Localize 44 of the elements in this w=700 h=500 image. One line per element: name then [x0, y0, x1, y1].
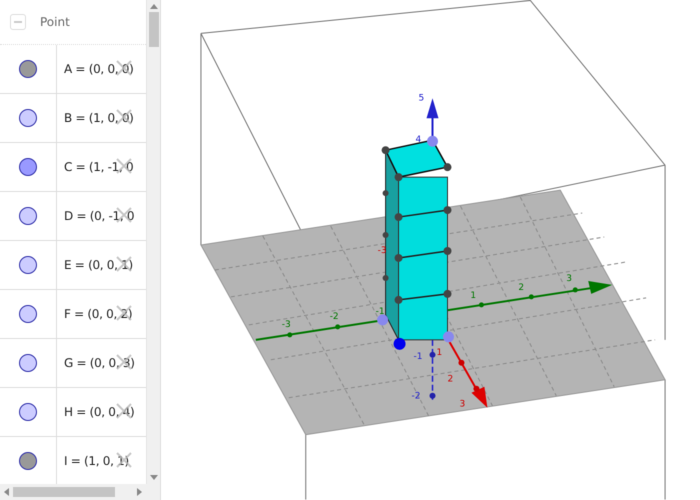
axis-tick-label: 5: [418, 93, 424, 104]
x-axis-arrow: [448, 341, 488, 408]
point-visibility-dot[interactable]: [19, 109, 37, 127]
delete-icon[interactable]: [115, 255, 133, 273]
point-definition[interactable]: I = (1, 0, 1): [64, 454, 129, 468]
axis-tick-label: -2: [330, 312, 339, 322]
point-visibility-dot[interactable]: [19, 305, 37, 323]
scroll-left-icon[interactable]: [4, 488, 9, 496]
scroll-up-icon[interactable]: [150, 4, 158, 9]
point-visibility-dot[interactable]: [19, 452, 37, 470]
axis-tick-label: 1: [436, 348, 442, 358]
point-visibility-dot[interactable]: [19, 158, 37, 176]
horizontal-scrollbar[interactable]: [0, 484, 160, 500]
point-definition[interactable]: A = (0, 0, 0): [64, 62, 134, 76]
axis-tick-label: 2: [518, 282, 524, 293]
point-definition[interactable]: E = (0, 0, 1): [64, 258, 133, 272]
scroll-thumb[interactable]: [13, 487, 115, 497]
point-visibility-dot[interactable]: [19, 60, 37, 78]
point-definition[interactable]: B = (1, 0, 0): [64, 111, 134, 125]
point-visibility-dot[interactable]: [19, 256, 37, 274]
point-definition[interactable]: H = (0, 0, 4): [64, 405, 134, 419]
axis-tick-label: 2: [447, 374, 454, 385]
point-definition[interactable]: F = (0, 0, 2): [64, 307, 132, 321]
axis-tick-label: -1: [414, 352, 422, 362]
axis-tick-label: 3: [459, 400, 466, 410]
scroll-down-icon[interactable]: [150, 475, 158, 480]
axis-tick-label: -1: [376, 306, 385, 317]
point-definition[interactable]: D = (0, -1, 0: [64, 209, 134, 223]
axis-tick-label: 3: [566, 274, 572, 284]
point-visibility-dot[interactable]: [19, 207, 37, 225]
scroll-right-icon[interactable]: [137, 488, 142, 496]
vertical-scrollbar[interactable]: [146, 0, 160, 484]
axis-tick-label: 4: [416, 135, 422, 146]
delete-icon[interactable]: [115, 304, 133, 322]
delete-icon[interactable]: [115, 451, 133, 469]
axis-tick-label: -3: [282, 320, 291, 330]
axis-tick-label: -2: [412, 392, 420, 402]
scroll-thumb[interactable]: [148, 12, 158, 47]
section-heading: Point: [40, 15, 70, 29]
axis-tick-label: 1: [470, 290, 476, 301]
point-definition[interactable]: G = (0, 0, 3): [64, 356, 135, 370]
point-visibility-dot[interactable]: [19, 403, 37, 421]
point-visibility-dot[interactable]: [19, 354, 37, 372]
point-definition[interactable]: C = (1, -1, 0: [64, 160, 134, 174]
